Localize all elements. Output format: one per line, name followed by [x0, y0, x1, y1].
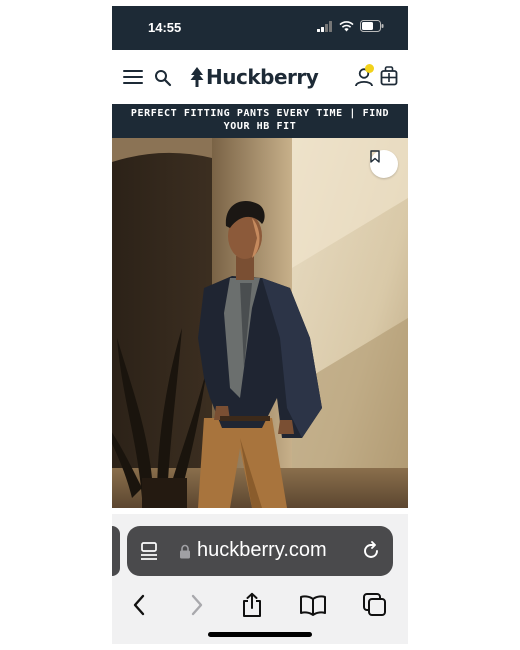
bookmark-icon — [370, 150, 380, 163]
lock-icon — [180, 544, 190, 559]
site-header: Huckberry — [112, 50, 408, 104]
share-button[interactable] — [237, 590, 267, 620]
battery-icon — [360, 20, 384, 32]
status-bar: 14:55 — [112, 6, 408, 50]
notification-dot — [365, 64, 374, 73]
tabs-button[interactable] — [360, 590, 390, 620]
brand-name: Huckberry — [206, 65, 319, 89]
search-button[interactable] — [154, 69, 172, 87]
home-indicator[interactable] — [208, 632, 312, 637]
cart-icon — [380, 66, 398, 86]
back-button[interactable] — [124, 590, 154, 620]
reload-button[interactable] — [360, 540, 382, 562]
bookmark-button[interactable] — [370, 150, 398, 178]
reload-icon — [364, 541, 378, 558]
tabs-icon — [363, 593, 386, 616]
phone-screen: 14:55 Huckberry PERFECT FITTING PANTS EV… — [112, 6, 408, 644]
status-icons — [317, 20, 384, 32]
bookmarks-button[interactable] — [298, 590, 328, 620]
back-icon — [133, 594, 145, 616]
share-icon — [243, 592, 261, 617]
browser-nav-row — [112, 586, 408, 622]
menu-icon — [123, 70, 143, 84]
promo-text: PERFECT FITTING PANTS EVERY TIME | FIND … — [130, 108, 390, 132]
cart-button[interactable] — [380, 66, 398, 86]
wifi-icon — [339, 20, 354, 31]
menu-button[interactable] — [123, 70, 143, 86]
search-icon — [155, 70, 172, 87]
forward-icon — [191, 594, 203, 616]
promo-banner[interactable]: PERFECT FITTING PANTS EVERY TIME | FIND … — [112, 104, 408, 138]
address-bar[interactable]: huckberry.com — [127, 526, 393, 576]
status-time: 14:55 — [148, 20, 182, 35]
browser-toolbar: huckberry.com — [112, 514, 408, 644]
hero-photo — [112, 138, 408, 508]
url-text: huckberry.com — [197, 539, 327, 561]
reader-icon — [141, 542, 157, 560]
signal-icon — [317, 20, 332, 32]
forward-button[interactable] — [182, 590, 212, 620]
hero-image[interactable] — [112, 138, 408, 508]
bookmarks-icon — [300, 595, 326, 616]
previous-tab-peek[interactable] — [112, 526, 120, 576]
brand-logo[interactable]: Huckberry — [190, 63, 319, 91]
tree-logo-icon — [190, 67, 204, 87]
reader-button[interactable] — [139, 541, 159, 561]
